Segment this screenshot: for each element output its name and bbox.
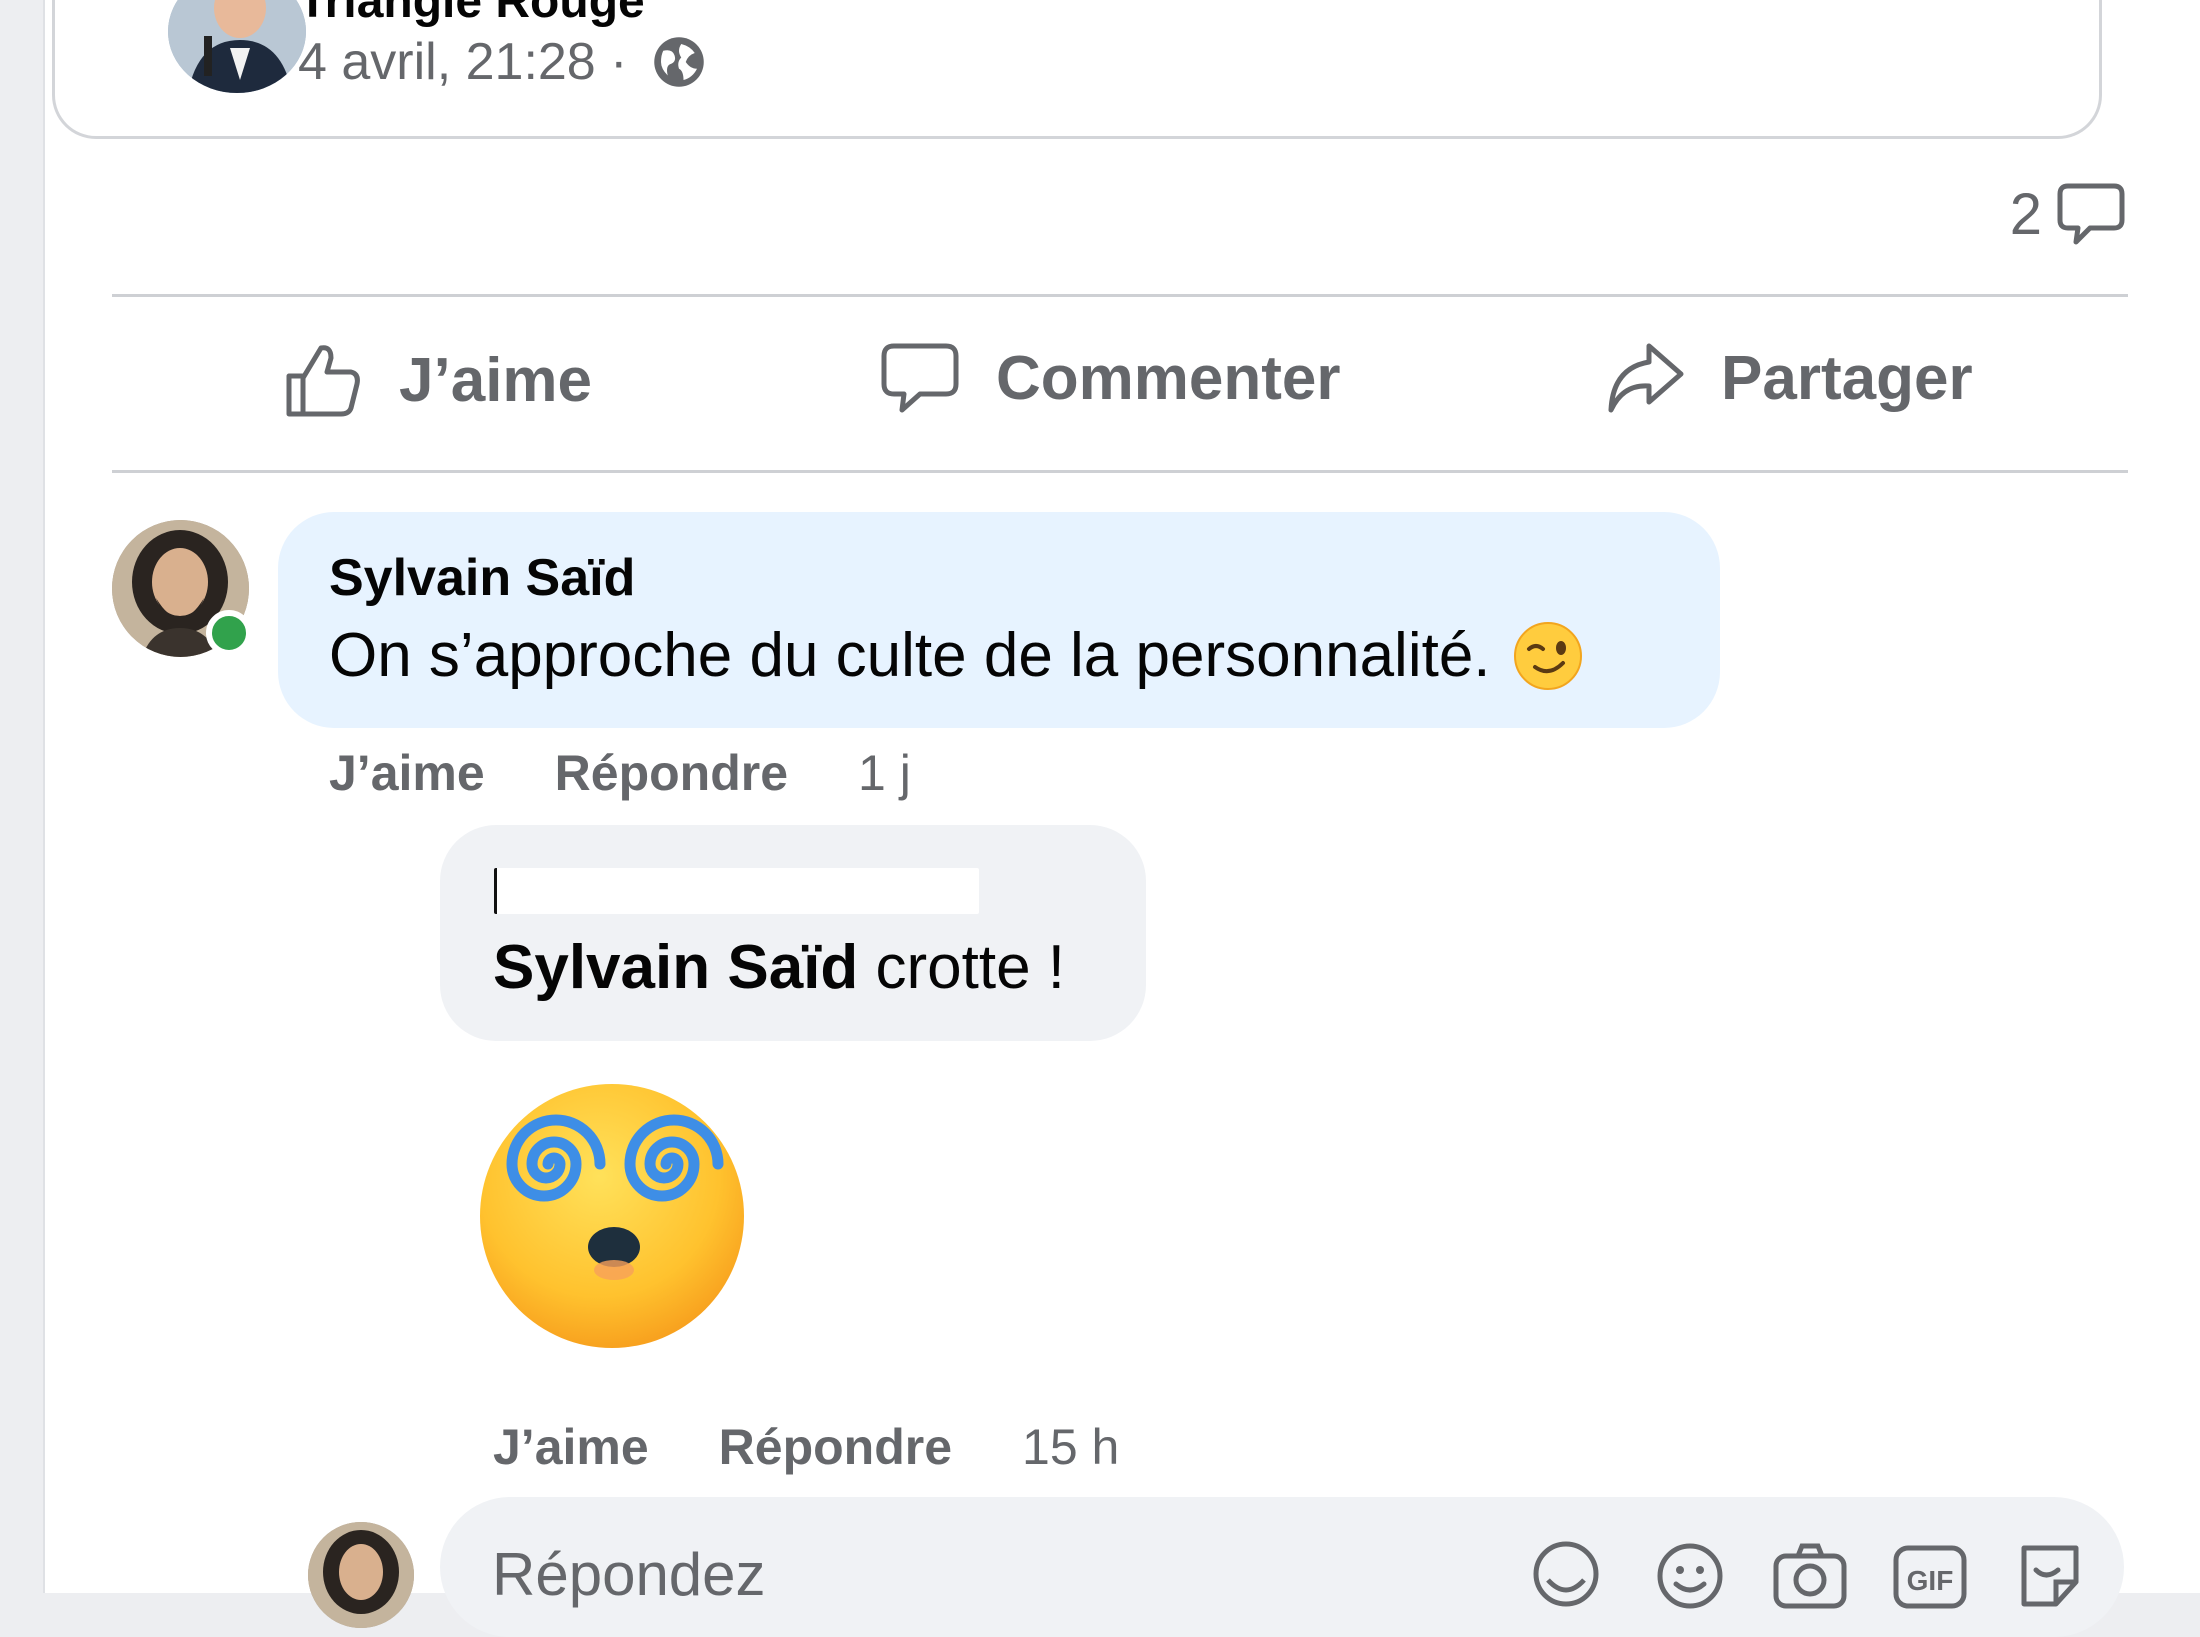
comment-like-link[interactable]: J’aime (329, 744, 485, 802)
author-name[interactable]: Triangle Rouge (298, 0, 645, 29)
comment-text-row: On s’approche du culte de la personnalit… (329, 620, 1583, 691)
divider-top (112, 294, 2128, 297)
reply-body: crotte ! (858, 933, 1066, 1002)
dizzy-face-sticker[interactable] (462, 1080, 762, 1360)
post-meta: 4 avril, 21:28 · (298, 32, 706, 92)
reply-text: Sylvain Saïd crotte ! (493, 932, 1065, 1003)
reply-time[interactable]: 15 h (1022, 1418, 1119, 1476)
comment-time[interactable]: 1 j (858, 744, 911, 802)
gif-icon[interactable]: GIF (1892, 1540, 1968, 1612)
comment-reply-link[interactable]: Répondre (555, 744, 788, 802)
avatar-sticker-icon[interactable] (1530, 1540, 1602, 1612)
like-label: J’aime (399, 345, 593, 415)
emoji-icon[interactable] (1654, 1540, 1726, 1612)
redacted-author-name (494, 868, 979, 914)
like-button[interactable]: J’aime (283, 340, 592, 420)
comment-icon (881, 343, 959, 413)
online-status-dot (206, 610, 252, 656)
comment-count-number: 2 (2009, 181, 2042, 247)
reply-actions: J’aime Répondre 15 h (493, 1418, 1119, 1476)
post-timestamp[interactable]: 4 avril, 21:28 · (298, 32, 628, 92)
comment-author[interactable]: Sylvain Saïd (329, 548, 635, 608)
comment-actions: J’aime Répondre 1 j (329, 744, 911, 802)
current-user-avatar[interactable] (308, 1522, 414, 1628)
reply-placeholder: Répondez (492, 1541, 766, 1608)
comment-count[interactable]: 2 (2010, 180, 2126, 248)
sticker-icon[interactable] (2014, 1540, 2086, 1612)
share-button[interactable]: Partager (1605, 340, 1973, 416)
comment-button[interactable]: Commenter (880, 340, 1341, 416)
camera-icon[interactable] (1772, 1540, 1848, 1612)
reply-reply-link[interactable]: Répondre (719, 1418, 952, 1476)
comment-text: On s’approche du culte de la personnalit… (329, 621, 1491, 690)
reply-mention[interactable]: Sylvain Saïd (493, 933, 858, 1002)
thumbs-up-icon (286, 345, 360, 417)
reply-like-link[interactable]: J’aime (493, 1418, 649, 1476)
svg-text:GIF: GIF (1907, 1565, 1954, 1596)
divider-bottom (112, 470, 2128, 473)
winking-face-icon (1513, 621, 1582, 690)
share-icon (1608, 343, 1684, 413)
comment-label: Commenter (996, 343, 1341, 413)
comment-bubble-icon (2057, 183, 2125, 245)
globe-icon (653, 37, 704, 87)
share-label: Partager (1721, 343, 1973, 413)
